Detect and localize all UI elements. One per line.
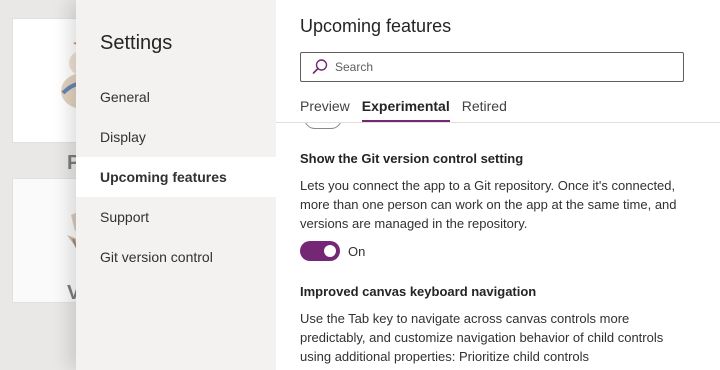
nav-item-upcoming-features[interactable]: Upcoming features (76, 157, 276, 197)
git-version-control-toggle[interactable] (300, 241, 340, 261)
settings-title: Settings (100, 32, 173, 54)
feature-tabs: Preview Experimental Retired (300, 98, 519, 122)
content-header: Upcoming features Preview Experimental R… (276, 0, 720, 123)
tab-retired[interactable]: Retired (462, 98, 507, 122)
settings-content: Upcoming features Preview Experimental R… (276, 0, 720, 370)
settings-nav: Settings General Display Upcoming featur… (76, 0, 276, 370)
nav-item-general[interactable]: General (76, 77, 276, 117)
page-title: Upcoming features (300, 16, 452, 36)
feature-item: Show the Git version control setting Let… (300, 151, 690, 261)
feature-description: Lets you connect the app to a Git reposi… (300, 178, 677, 231)
search-input[interactable] (335, 60, 655, 74)
nav-item-git-version-control[interactable]: Git version control (76, 237, 276, 277)
settings-panel: Settings General Display Upcoming featur… (76, 0, 720, 370)
tab-experimental[interactable]: Experimental (361, 98, 450, 122)
search-icon (312, 59, 328, 74)
nav-item-display[interactable]: Display (76, 117, 276, 157)
feature-toggle-row: On (300, 241, 690, 261)
nav-item-support[interactable]: Support (76, 197, 276, 237)
tab-preview[interactable]: Preview (300, 98, 350, 122)
feature-title: Improved canvas keyboard navigation (300, 284, 537, 299)
feature-description: Use the Tab key to navigate across canva… (300, 311, 664, 364)
feature-title: Show the Git version control setting (300, 151, 524, 166)
toggle-state-label: On (348, 243, 366, 259)
search-box[interactable] (300, 52, 684, 82)
toggle-knob (324, 245, 336, 257)
feature-item: Improved canvas keyboard navigation Use … (300, 284, 690, 366)
